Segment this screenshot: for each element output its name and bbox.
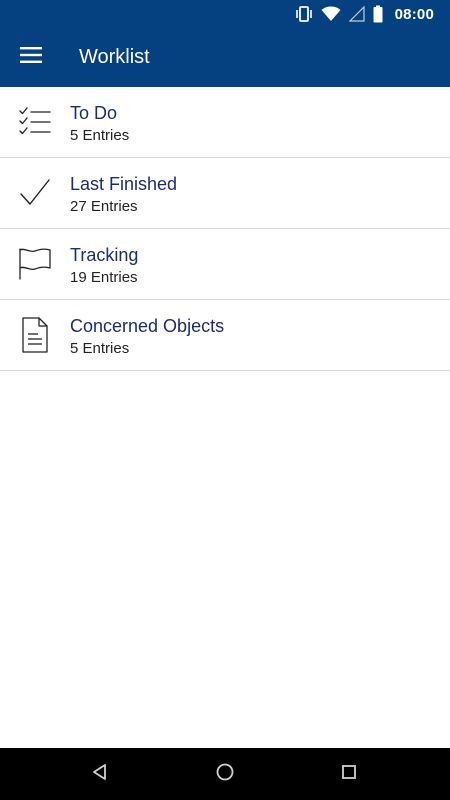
status-time: 08:00 xyxy=(394,5,434,23)
back-button[interactable] xyxy=(85,759,115,789)
list-item-tracking[interactable]: Tracking 19 Entries xyxy=(0,229,450,300)
list-item-title: Tracking xyxy=(70,245,139,265)
list-item-last-finished[interactable]: Last Finished 27 Entries xyxy=(0,158,450,229)
navigation-bar xyxy=(0,748,450,800)
status-icons: 08:00 xyxy=(295,4,434,24)
list-item-count: 5 Entries xyxy=(70,127,130,144)
list-item-title: Concerned Objects xyxy=(70,316,225,336)
checkmark-icon xyxy=(16,173,54,213)
list-item-concerned-objects[interactable]: Concerned Objects 5 Entries xyxy=(0,300,450,371)
list-item-count: 19 Entries xyxy=(70,269,138,286)
back-icon xyxy=(91,763,109,786)
home-button[interactable] xyxy=(210,759,240,789)
vibrate-icon xyxy=(295,5,313,23)
menu-button[interactable] xyxy=(8,34,54,80)
worklist: To Do 5 Entries Last Finished 27 Entries… xyxy=(0,87,450,371)
recents-icon xyxy=(341,764,357,785)
flag-icon xyxy=(16,244,54,284)
list-item-count: 5 Entries xyxy=(70,340,130,357)
list-item-to-do[interactable]: To Do 5 Entries xyxy=(0,87,450,158)
document-icon xyxy=(16,315,54,355)
list-item-title: To Do xyxy=(70,103,118,123)
page-title: Worklist xyxy=(79,46,150,68)
battery-icon xyxy=(373,5,383,23)
recents-button[interactable] xyxy=(334,759,364,789)
home-icon xyxy=(216,763,234,786)
list-item-count: 27 Entries xyxy=(70,198,138,215)
checklist-icon xyxy=(16,102,54,142)
app-bar: Worklist xyxy=(0,28,450,87)
hamburger-menu-icon xyxy=(20,46,42,68)
signal-icon xyxy=(348,6,365,22)
status-bar: 08:00 xyxy=(0,0,450,28)
wifi-icon xyxy=(321,6,341,22)
list-item-title: Last Finished xyxy=(70,174,178,194)
